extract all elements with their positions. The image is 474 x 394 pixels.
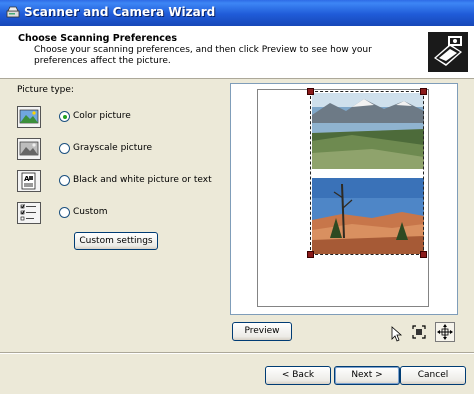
wizard-header: Choose Scanning Preferences Choose your … xyxy=(0,26,474,79)
color-picture-radio[interactable] xyxy=(59,111,70,122)
title-bar[interactable]: Scanner and Camera Wizard xyxy=(0,0,474,26)
resize-handle-bottom-left[interactable] xyxy=(307,251,314,258)
black-white-radio[interactable] xyxy=(59,175,70,186)
preview-button[interactable]: Preview xyxy=(232,322,292,341)
cancel-button[interactable]: Cancel xyxy=(400,366,466,385)
grayscale-picture-radio[interactable] xyxy=(59,143,70,154)
picture-type-label: Picture type: xyxy=(17,85,74,95)
scanner-app-icon xyxy=(6,6,20,18)
color-picture-icon xyxy=(17,106,41,128)
resize-handle-top-right[interactable] xyxy=(420,88,427,95)
custom-radio[interactable] xyxy=(59,207,70,218)
resize-handle-bottom-right[interactable] xyxy=(420,251,427,258)
fit-selection-icon[interactable] xyxy=(411,324,427,340)
grayscale-picture-icon xyxy=(17,138,41,160)
selection-rectangle[interactable] xyxy=(310,91,424,255)
resize-handle-top-left[interactable] xyxy=(307,88,314,95)
custom-label: Custom xyxy=(73,207,108,217)
mouse-cursor-icon xyxy=(391,326,403,342)
color-picture-label: Color picture xyxy=(73,111,131,121)
grayscale-picture-label: Grayscale picture xyxy=(73,143,153,153)
window-title: Scanner and Camera Wizard xyxy=(24,5,216,19)
page-subtitle: Choose your scanning preferences, and th… xyxy=(34,45,372,66)
next-button[interactable]: Next > xyxy=(334,366,400,385)
scanner-camera-wizard-icon xyxy=(428,32,468,72)
custom-settings-icon xyxy=(17,202,41,224)
page-title: Choose Scanning Preferences xyxy=(18,33,178,44)
custom-settings-button[interactable]: Custom settings xyxy=(74,232,158,250)
footer-divider xyxy=(0,352,474,354)
black-white-label: Black and white picture or text xyxy=(73,175,212,185)
back-button[interactable]: < Back xyxy=(265,366,331,385)
black-white-text-icon: A xyxy=(17,170,41,192)
enlarge-preview-icon[interactable] xyxy=(435,322,455,342)
